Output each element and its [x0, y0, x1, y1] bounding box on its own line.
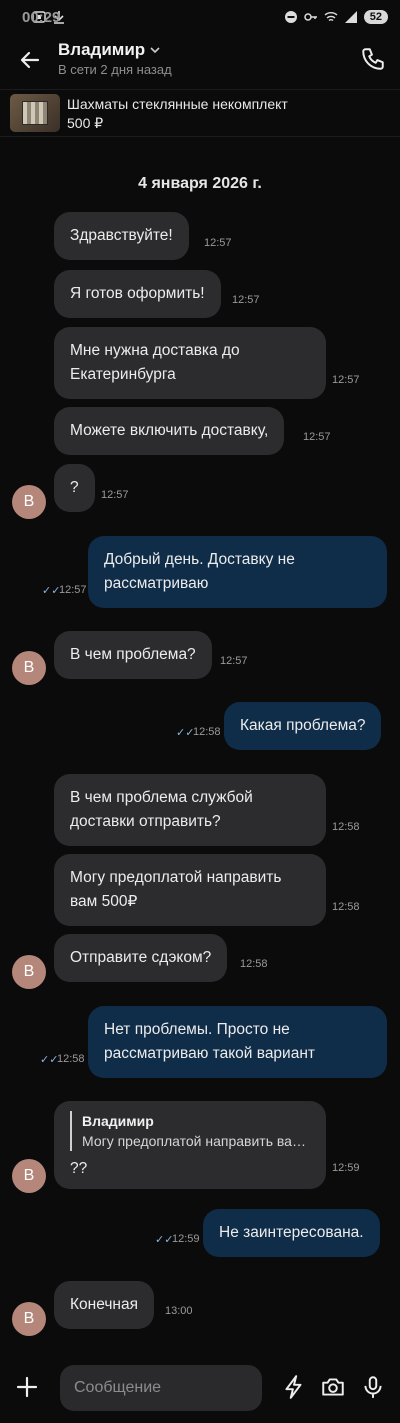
- message-incoming[interactable]: В чем проблема?: [54, 631, 212, 679]
- phone-icon[interactable]: [360, 46, 386, 72]
- message-outgoing[interactable]: Нет проблемы. Просто не рассматриваю так…: [88, 1006, 387, 1078]
- contact-name-text: Владимир: [58, 40, 146, 59]
- message-outgoing[interactable]: Какая проблема?: [224, 702, 382, 750]
- message-time: 12:57: [59, 584, 87, 596]
- avatar[interactable]: В: [12, 1159, 46, 1193]
- message-text: Я готов оформить!: [70, 285, 205, 302]
- message-text: Конечная: [70, 1296, 138, 1313]
- message-text: Не заинтересована.: [219, 1224, 364, 1241]
- avatar[interactable]: В: [12, 485, 46, 519]
- message-time: 12:58: [57, 1053, 85, 1065]
- message-incoming-reply[interactable]: Владимир Могу предоплатой направить вам …: [54, 1101, 326, 1189]
- message-text: Могу предоплатой направить вам 500₽: [70, 869, 282, 910]
- do-not-disturb-icon: [284, 11, 297, 23]
- avatar[interactable]: В: [12, 1302, 46, 1336]
- message-text: Можете включить доставку,: [70, 422, 269, 439]
- message-time: 12:58: [332, 901, 360, 913]
- listing-title: Шахматы стеклянные некомплект: [67, 96, 288, 112]
- message-text: ?: [70, 479, 79, 496]
- message-time: 12:57: [303, 431, 331, 443]
- message-text: Нет проблемы. Просто не рассматриваю так…: [104, 1021, 315, 1062]
- message-input[interactable]: [60, 1365, 262, 1411]
- message-incoming[interactable]: Можете включить доставку,: [54, 407, 285, 455]
- contact-name[interactable]: Владимир: [58, 40, 161, 60]
- message-text: ??: [70, 1160, 88, 1177]
- message-composer: [0, 1356, 400, 1423]
- message-incoming[interactable]: ?: [54, 464, 95, 512]
- chat-header: Владимир В сети 2 дня назад: [0, 34, 400, 86]
- message-time: 12:57: [332, 374, 360, 386]
- message-time: 13:00: [165, 1305, 193, 1317]
- message-time: 12:59: [332, 1162, 360, 1174]
- quote-author: Владимир: [82, 1113, 154, 1129]
- message-text: Здравствуйте!: [70, 227, 173, 244]
- message-text: Какая проблема?: [240, 717, 366, 734]
- listing-preview[interactable]: Шахматы стеклянные некомплект 500 ₽: [0, 89, 400, 137]
- message-text: В чем проблема службой доставки отправит…: [70, 789, 253, 830]
- avatar[interactable]: В: [12, 651, 46, 685]
- quote-text: Могу предоплатой направить вам 500₽: [82, 1133, 314, 1149]
- message-incoming[interactable]: Могу предоплатой направить вам 500₽: [54, 854, 326, 926]
- message-outgoing[interactable]: Не заинтересована.: [203, 1209, 380, 1257]
- signal-icon: [344, 11, 357, 23]
- message-time: 12:57: [204, 237, 232, 249]
- message-incoming[interactable]: Конечная: [54, 1281, 154, 1329]
- key-icon: [304, 13, 317, 21]
- listing-price: 500 ₽: [67, 115, 104, 131]
- status-bar: 00:29 52: [0, 0, 400, 34]
- message-time: 12:57: [220, 655, 248, 667]
- avatar[interactable]: В: [12, 955, 46, 989]
- double-check-icon: ✓✓: [155, 1234, 174, 1246]
- lightning-icon[interactable]: [281, 1374, 307, 1400]
- message-text: Отправите сдэком?: [70, 949, 212, 966]
- message-incoming[interactable]: В чем проблема службой доставки отправит…: [54, 774, 326, 846]
- chevron-down-icon: [150, 47, 160, 54]
- microphone-icon[interactable]: [360, 1374, 386, 1400]
- listing-thumbnail: [10, 94, 60, 132]
- camera-icon[interactable]: [320, 1374, 346, 1400]
- message-outgoing[interactable]: Добрый день. Доставку не рассматриваю: [88, 536, 387, 608]
- message-text: Добрый день. Доставку не рассматриваю: [104, 551, 295, 592]
- message-incoming[interactable]: Я готов оформить!: [54, 270, 221, 318]
- double-check-icon: ✓✓: [40, 1054, 59, 1066]
- status-time: 00:29: [22, 8, 61, 26]
- back-arrow-icon[interactable]: [16, 46, 44, 74]
- message-time: 12:57: [232, 294, 260, 306]
- message-incoming[interactable]: Отправите сдэком?: [54, 934, 228, 982]
- message-text: Мне нужна доставка до Екатеринбурга: [70, 342, 240, 383]
- plus-icon[interactable]: [14, 1374, 40, 1400]
- message-time: 12:58: [240, 958, 268, 970]
- message-time: 12:58: [193, 726, 221, 738]
- message-time: 12:58: [332, 821, 360, 833]
- wifi-icon: [324, 12, 338, 22]
- message-time: 12:57: [101, 489, 129, 501]
- message-text: В чем проблема?: [70, 646, 196, 663]
- battery-level: 52: [363, 10, 388, 24]
- message-incoming[interactable]: Мне нужна доставка до Екатеринбурга: [54, 327, 326, 399]
- double-check-icon: ✓✓: [176, 727, 195, 739]
- contact-status: В сети 2 дня назад: [58, 62, 172, 77]
- date-separator: 4 января 2026 г.: [138, 175, 262, 192]
- message-incoming[interactable]: Здравствуйте!: [54, 212, 189, 260]
- quoted-message[interactable]: Владимир Могу предоплатой направить вам …: [70, 1111, 314, 1151]
- message-time: 12:59: [172, 1233, 200, 1245]
- double-check-icon: ✓✓: [42, 585, 61, 597]
